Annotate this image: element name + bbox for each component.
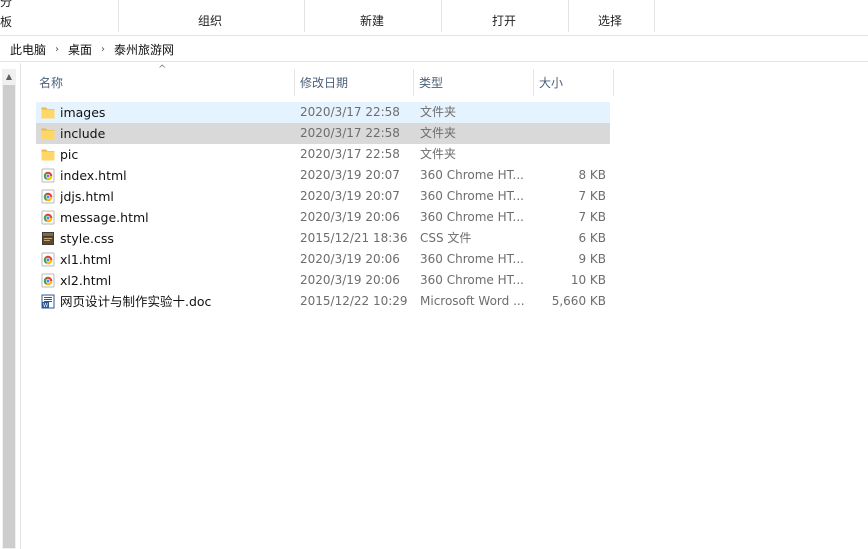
svg-text:W: W	[43, 303, 48, 309]
file-name: index.html	[60, 168, 127, 183]
chevron-right-icon[interactable]: ›	[55, 44, 59, 55]
file-modified-date: 2015/12/22 10:29	[300, 294, 408, 308]
folder-icon	[41, 105, 55, 120]
file-row[interactable]: jdjs.html 2020/3/19 20:07 360 Chrome HT...…	[36, 186, 610, 207]
file-size: 10 KB	[570, 273, 606, 287]
column-header-type[interactable]: 类型	[413, 69, 533, 96]
ribbon-separator	[568, 0, 569, 32]
file-name: jdjs.html	[60, 189, 114, 204]
column-header-name[interactable]: 名称	[33, 69, 295, 96]
file-modified-date: 2020/3/19 20:06	[300, 210, 400, 224]
file-size: 8 KB	[578, 168, 606, 182]
file-type: 360 Chrome HT...	[420, 168, 524, 182]
file-name: message.html	[60, 210, 149, 225]
file-modified-date: 2015/12/21 18:36	[300, 231, 408, 245]
file-size: 7 KB	[578, 210, 606, 224]
breadcrumb-this-pc[interactable]: 此电脑	[10, 41, 46, 58]
file-row[interactable]: W 网页设计与制作实验十.doc 2015/12/22 10:29 Microsoft…	[36, 291, 610, 312]
scrollbar-thumb[interactable]	[3, 85, 15, 548]
file-modified-date: 2020/3/19 20:06	[300, 252, 400, 266]
ribbon-group-open[interactable]: 打开	[482, 12, 526, 29]
chrome-html-icon	[41, 189, 55, 204]
file-row[interactable]: images 2020/3/17 22:58 文件夹	[36, 102, 610, 123]
column-header-date[interactable]: 修改日期	[294, 69, 413, 96]
file-row[interactable]: include 2020/3/17 22:58 文件夹	[36, 123, 610, 144]
folder-icon	[41, 126, 55, 141]
column-header-date-label: 修改日期	[300, 76, 349, 90]
column-header-type-label: 类型	[419, 76, 444, 90]
scroll-up-icon[interactable]: ▲	[2, 69, 16, 84]
file-name: xl2.html	[60, 273, 112, 288]
file-modified-date: 2020/3/17 22:58	[300, 147, 400, 161]
file-type: 360 Chrome HT...	[420, 273, 524, 287]
ribbon-group-organize[interactable]: 组织	[188, 12, 232, 29]
file-size	[536, 144, 606, 165]
chrome-html-icon	[41, 210, 55, 225]
column-header-size[interactable]: 大小	[533, 69, 613, 96]
file-type: 文件夹	[420, 105, 457, 119]
file-type: Microsoft Word ...	[420, 294, 525, 308]
file-modified-date: 2020/3/17 22:58	[300, 126, 400, 140]
file-row[interactable]: pic 2020/3/17 22:58 文件夹	[36, 144, 610, 165]
ribbon-group-new[interactable]: 新建	[350, 12, 394, 29]
file-name: images	[60, 105, 106, 120]
chevron-right-icon[interactable]: ›	[101, 44, 105, 55]
ribbon-truncated-label: 板	[0, 15, 13, 29]
chrome-html-icon	[41, 273, 55, 288]
file-row[interactable]: index.html 2020/3/19 20:07 360 Chrome HT..…	[36, 165, 610, 186]
css-file-icon	[41, 231, 55, 246]
breadcrumb[interactable]: 此电脑 › 桌面 › 泰州旅游网	[0, 37, 868, 62]
file-row[interactable]: message.html 2020/3/19 20:06 360 Chrome HT…	[36, 207, 610, 228]
file-modified-date: 2020/3/19 20:07	[300, 189, 400, 203]
file-size: 5,660 KB	[551, 294, 606, 308]
ribbon-separator	[654, 0, 655, 32]
file-row[interactable]: xl2.html 2020/3/19 20:06 360 Chrome HT... 1…	[36, 270, 610, 291]
chrome-html-icon	[41, 252, 55, 267]
file-modified-date: 2020/3/17 22:58	[300, 105, 400, 119]
file-type: 360 Chrome HT...	[420, 210, 524, 224]
file-type: CSS 文件	[420, 231, 472, 245]
file-type: 360 Chrome HT...	[420, 189, 524, 203]
file-size	[536, 102, 606, 123]
ribbon-group-select[interactable]: 选择	[588, 12, 632, 29]
ribbon-separator	[304, 0, 305, 32]
file-name: 网页设计与制作实验十.doc	[60, 294, 212, 309]
file-type: 文件夹	[420, 126, 457, 140]
breadcrumb-current-folder[interactable]: 泰州旅游网	[114, 41, 174, 58]
breadcrumb-desktop[interactable]: 桌面	[68, 41, 92, 58]
chrome-html-icon	[41, 168, 55, 183]
file-modified-date: 2020/3/19 20:06	[300, 273, 400, 287]
ribbon-truncated-label-top: 分	[0, 0, 13, 9]
file-row[interactable]: style.css 2015/12/21 18:36 CSS 文件 6 KB	[36, 228, 610, 249]
column-divider[interactable]	[613, 69, 614, 96]
ribbon-separator	[441, 0, 442, 32]
navigation-scrollbar[interactable]: ▲	[2, 69, 16, 549]
column-header-size-label: 大小	[539, 76, 564, 90]
file-name: include	[60, 126, 106, 141]
column-header-name-label: 名称	[39, 76, 64, 90]
ribbon-separator	[118, 0, 119, 32]
folder-icon	[41, 147, 55, 162]
file-name: pic	[60, 147, 79, 162]
file-modified-date: 2020/3/19 20:07	[300, 168, 400, 182]
file-size: 7 KB	[578, 189, 606, 203]
ribbon: 分 板 组织 新建 打开 选择	[0, 0, 868, 36]
file-type: 文件夹	[420, 147, 457, 161]
file-size	[536, 123, 606, 144]
file-name: xl1.html	[60, 252, 112, 267]
file-size: 9 KB	[578, 252, 606, 266]
file-name: style.css	[60, 231, 114, 246]
file-size: 6 KB	[578, 231, 606, 245]
file-type: 360 Chrome HT...	[420, 252, 524, 266]
file-row[interactable]: xl1.html 2020/3/19 20:06 360 Chrome HT... 9…	[36, 249, 610, 270]
word-doc-icon: W	[41, 294, 55, 309]
